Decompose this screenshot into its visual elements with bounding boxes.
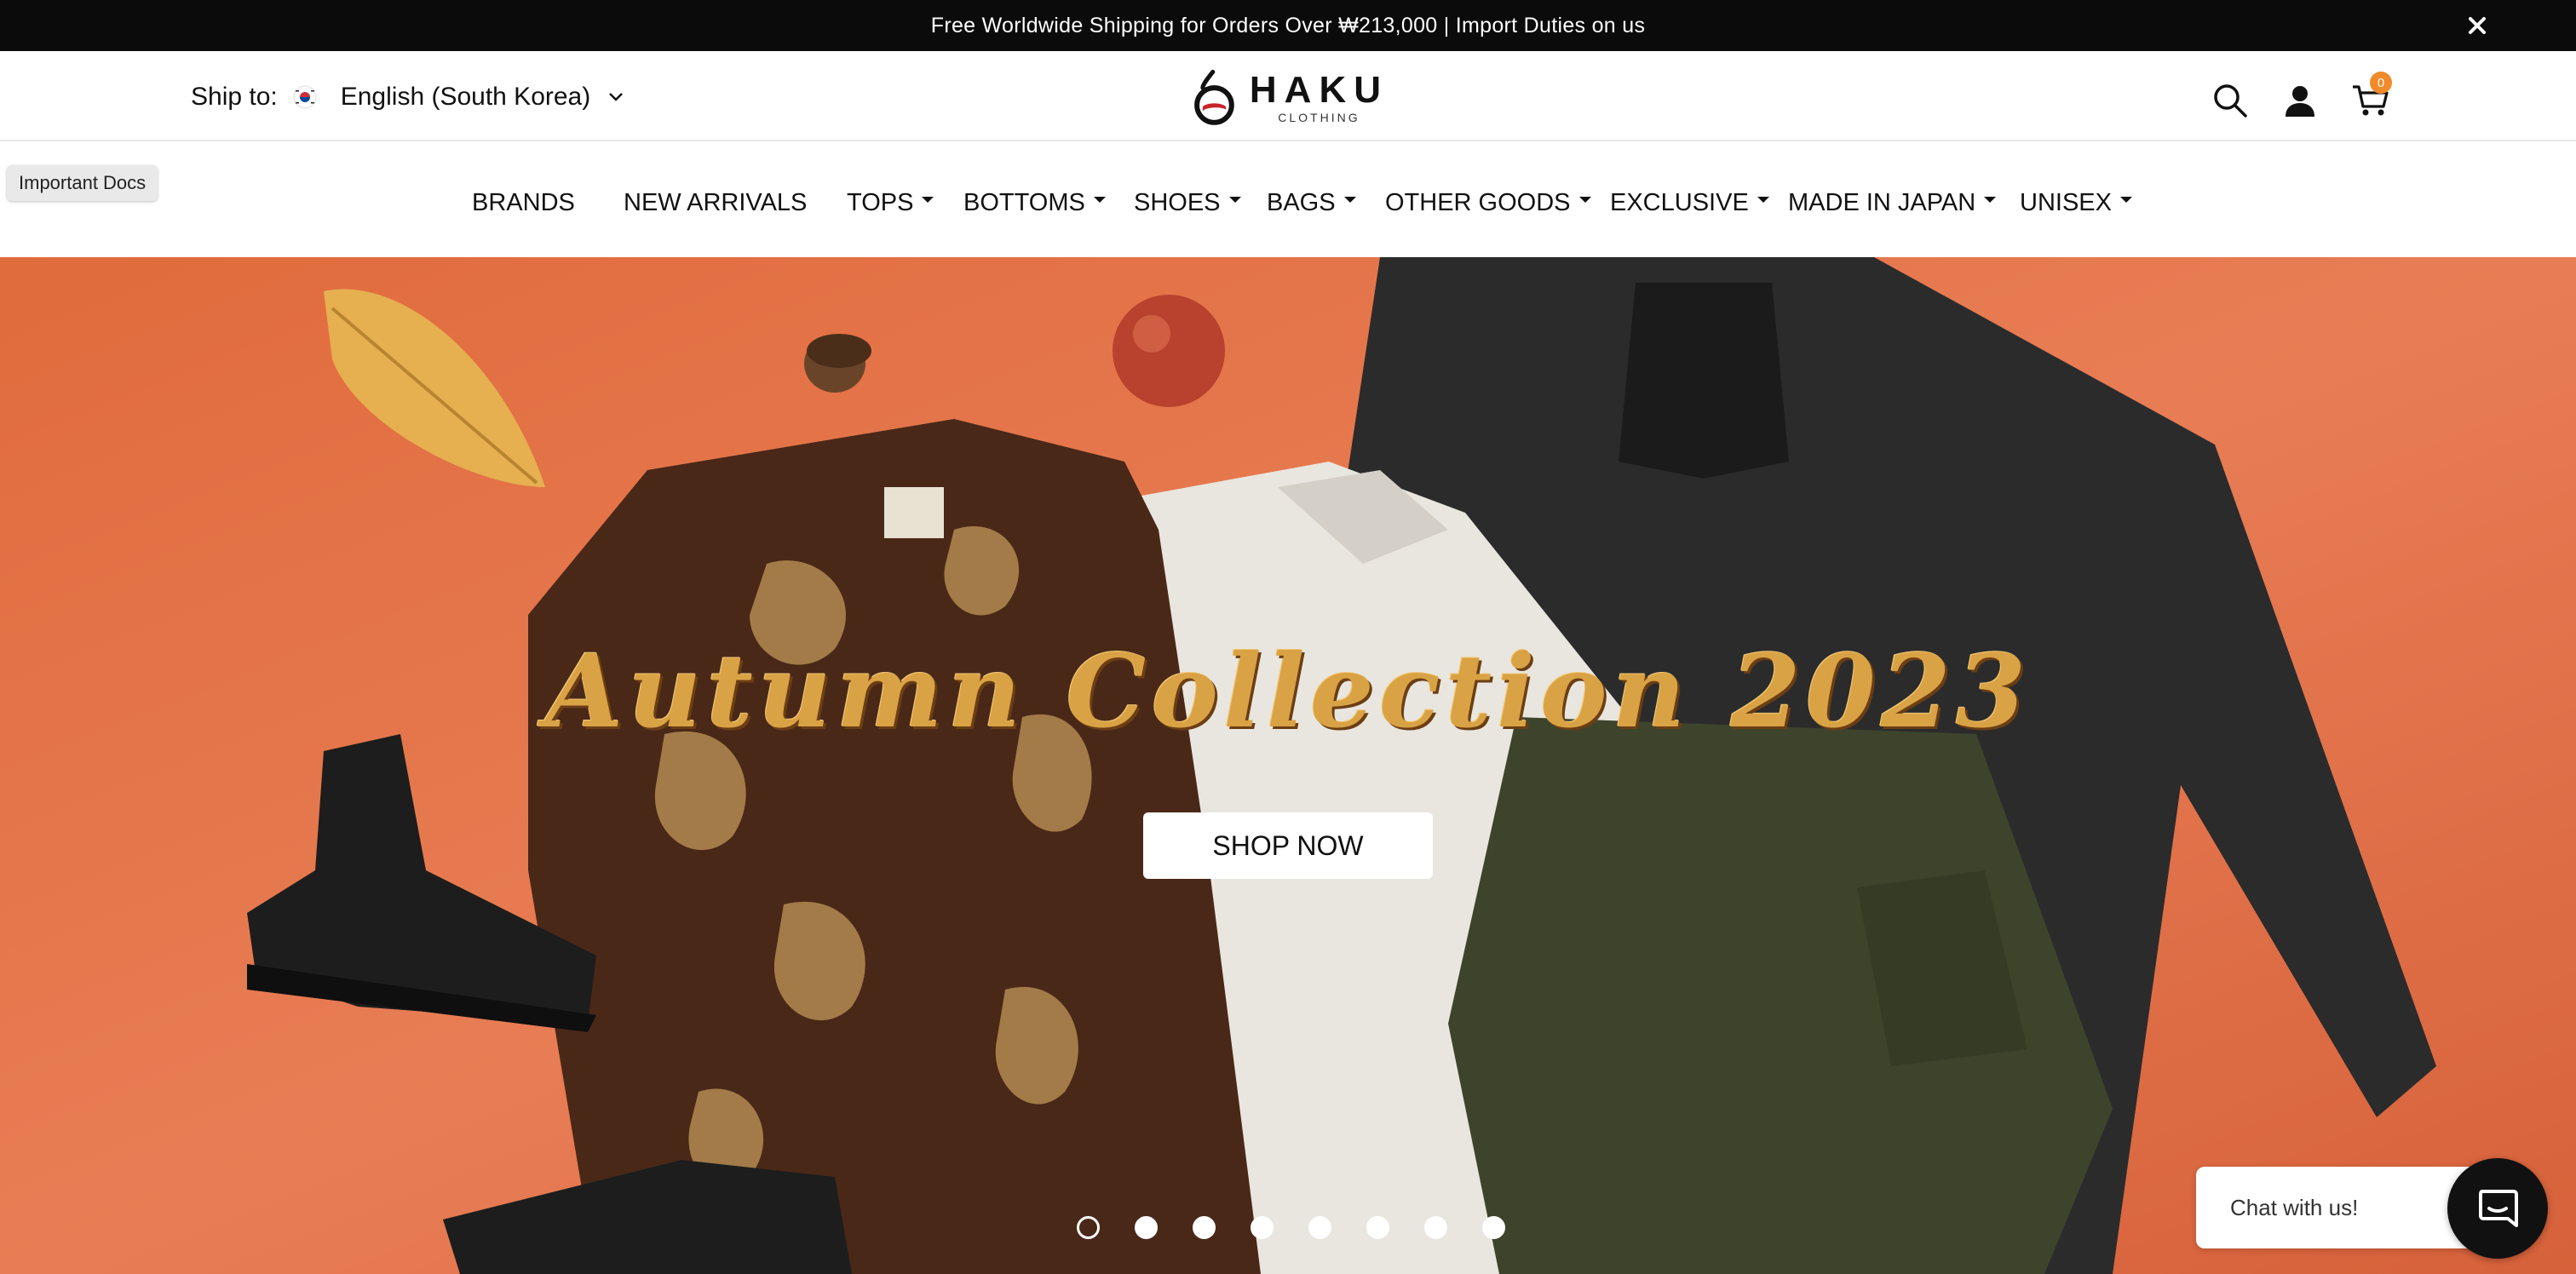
- caret-down-icon: [1343, 196, 1356, 203]
- nav-item-shoes[interactable]: SHOES: [1134, 184, 1241, 221]
- language-label: English (South Korea): [340, 83, 591, 111]
- nav-item-made-in-japan[interactable]: MADE IN JAPAN: [1788, 184, 1997, 221]
- caret-down-icon: [1757, 196, 1769, 203]
- ship-to-selector: Ship to: English (South Korea): [191, 77, 624, 118]
- hero-title: Autumn Collection 2023: [545, 632, 2031, 750]
- carousel-dot[interactable]: [1135, 1216, 1158, 1239]
- haku-logo[interactable]: HAKU CLOTHING: [1193, 60, 1389, 136]
- caret-down-icon: [2119, 196, 2132, 203]
- chat-label: Chat with us!: [2230, 1194, 2359, 1220]
- korea-flag-icon: [293, 85, 317, 109]
- nav-item-brands[interactable]: BRANDS: [472, 184, 575, 221]
- shop-now-button[interactable]: SHOP NOW: [1143, 812, 1433, 879]
- nav-menu: BRANDS NEW ARRIVALS TOPS BOTTOMS SHOES B…: [0, 184, 2576, 221]
- carousel-dot[interactable]: [1366, 1216, 1389, 1239]
- chat-icon: [2479, 1190, 2518, 1227]
- nav-item-other-goods[interactable]: OTHER GOODS: [1385, 184, 1591, 221]
- nav-item-tops[interactable]: TOPS: [847, 184, 934, 221]
- carousel-dot[interactable]: [1424, 1216, 1447, 1239]
- account-icon[interactable]: [2281, 82, 2319, 119]
- caret-down-icon: [1578, 196, 1591, 203]
- carousel-dot[interactable]: [1251, 1216, 1274, 1239]
- chat-button[interactable]: [2447, 1158, 2548, 1259]
- logo-subtitle: CLOTHING: [1278, 111, 1360, 124]
- close-icon[interactable]: [2464, 12, 2491, 39]
- cart-count-badge: 0: [2370, 72, 2392, 94]
- hero-banner[interactable]: Autumn Collection 2023 SHOP NOW Chat wit…: [0, 257, 2576, 1274]
- nav-item-new-arrivals[interactable]: NEW ARRIVALS: [624, 184, 807, 221]
- nav-item-unisex[interactable]: UNISEX: [2020, 184, 2132, 221]
- hero-image: [0, 257, 2576, 1274]
- cart-icon[interactable]: 0: [2351, 72, 2392, 119]
- announcement-bar: Free Worldwide Shipping for Orders Over …: [0, 0, 2576, 51]
- carousel-dot[interactable]: [1077, 1216, 1100, 1239]
- carousel-dot[interactable]: [1308, 1216, 1331, 1239]
- carousel-dot[interactable]: [1193, 1216, 1216, 1239]
- main-navigation: Important Docs BRANDS NEW ARRIVALS TOPS …: [0, 143, 2576, 257]
- logo-wordmark: HAKU: [1249, 69, 1389, 111]
- caret-down-icon: [1093, 196, 1106, 203]
- caret-down-icon: [922, 196, 934, 203]
- chat-prompt[interactable]: Chat with us!: [2196, 1167, 2477, 1248]
- carousel-dots: [1077, 1216, 1505, 1239]
- nav-item-bags[interactable]: BAGS: [1267, 184, 1356, 221]
- caret-down-icon: [1228, 196, 1241, 203]
- logo-mark-icon: [1194, 69, 1234, 125]
- caret-down-icon: [1984, 196, 1997, 203]
- ship-to-label: Ship to:: [191, 83, 278, 111]
- carousel-dot[interactable]: [1482, 1216, 1505, 1239]
- language-dropdown[interactable]: English (South Korea): [341, 83, 625, 112]
- nav-item-exclusive[interactable]: EXCLUSIVE: [1610, 184, 1769, 221]
- announcement-text: Free Worldwide Shipping for Orders Over …: [930, 13, 1646, 37]
- search-icon[interactable]: [2211, 82, 2249, 119]
- site-header: Ship to: English (South Korea) HAKU CLOT…: [0, 51, 2576, 141]
- chevron-down-icon: [609, 93, 624, 101]
- nav-item-bottoms[interactable]: BOTTOMS: [963, 184, 1106, 221]
